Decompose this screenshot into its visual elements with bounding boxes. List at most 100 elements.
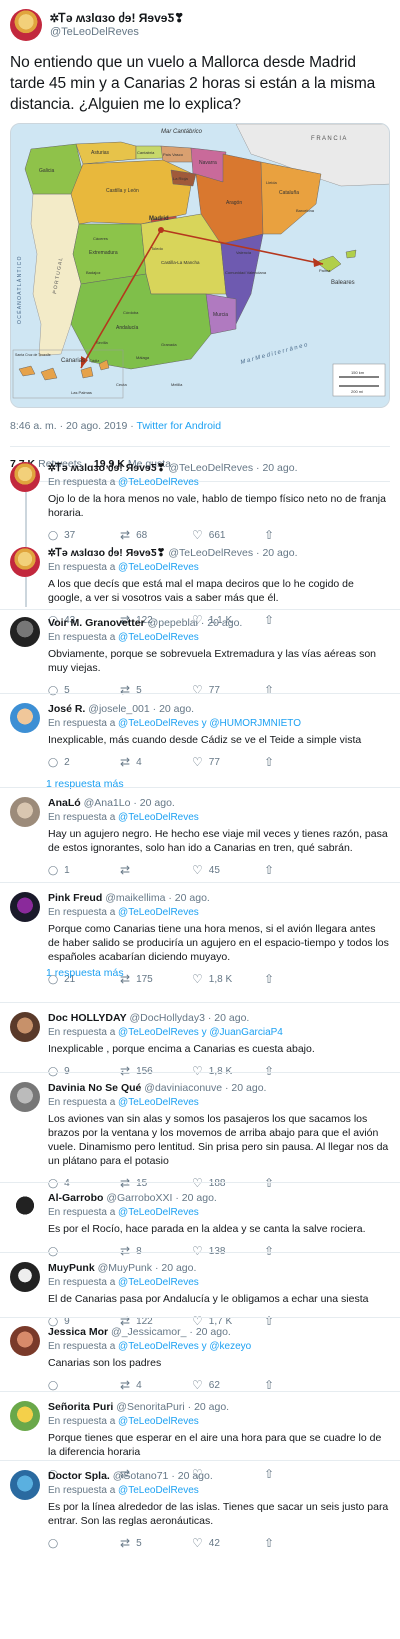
retweet-button[interactable]: ⇄ 175 <box>120 972 192 986</box>
in-reply-handle[interactable]: @TeLeoDelReves y @HUMORJMNIETO <box>118 718 301 729</box>
retweet-button[interactable]: ⇄ 5 <box>120 683 192 697</box>
share-button[interactable]: ⇧ <box>264 528 336 542</box>
share-icon[interactable]: ⇧ <box>264 755 274 769</box>
retweet-button[interactable]: ⇄ 4 <box>120 755 192 769</box>
avatar[interactable] <box>10 1192 40 1222</box>
reply-author-handle[interactable]: @Ana1Lo <box>84 797 131 809</box>
retweet-icon[interactable]: ⇄ <box>120 863 130 877</box>
share-icon[interactable]: ⇧ <box>264 972 274 986</box>
heart-icon[interactable]: ♡ <box>192 1176 203 1190</box>
reply-icon[interactable]: ◯ <box>48 865 58 876</box>
more-replies-link[interactable]: 1 respuesta más <box>46 778 124 790</box>
retweet-icon[interactable]: ⇄ <box>120 755 130 769</box>
reply-tweet[interactable]: MuyPunk @MuyPunk · 20 ago. En respuesta a… <box>0 1262 400 1328</box>
retweet-button[interactable]: ⇄ <box>120 863 192 877</box>
reply-date[interactable]: · 20 ago. <box>201 617 242 629</box>
heart-icon[interactable]: ♡ <box>192 528 203 542</box>
reply-button[interactable]: ◯ 37 <box>48 530 120 541</box>
reply-date[interactable]: · 20 ago. <box>153 703 194 715</box>
reply-author-name[interactable]: MuyPunk <box>48 1262 95 1274</box>
in-reply-handle[interactable]: @TeLeoDelReves <box>118 562 199 573</box>
share-button[interactable]: ⇧ <box>264 755 336 769</box>
reply-button[interactable]: ◯ 2 <box>48 757 120 768</box>
like-button[interactable]: ♡ 1,8 K <box>192 1064 264 1078</box>
reply-tweet[interactable]: Doctor Spla. @Sotano71 · 20 ago. En respu… <box>0 1470 400 1550</box>
reply-tweet[interactable]: Davinia No Se Qué @daviniaconuve · 20 ag… <box>0 1082 400 1190</box>
reply-author-handle[interactable]: @DocHollyday3 <box>130 1012 205 1024</box>
reply-button[interactable]: ◯ 1 <box>48 865 120 876</box>
avatar[interactable] <box>10 797 40 827</box>
avatar[interactable] <box>10 892 40 922</box>
reply-date[interactable]: · 20 ago. <box>171 1470 212 1482</box>
share-icon[interactable]: ⇧ <box>264 1244 274 1258</box>
reply-icon[interactable]: ◯ <box>48 1380 58 1391</box>
reply-author-handle[interactable]: @SenoritaPuri <box>116 1401 184 1413</box>
retweet-button[interactable]: ⇄ 68 <box>120 528 192 542</box>
share-button[interactable]: ⇧ <box>264 1244 336 1258</box>
reply-icon[interactable]: ◯ <box>48 1178 58 1189</box>
reply-author-handle[interactable]: @_Jessicamor_ <box>111 1326 186 1338</box>
heart-icon[interactable]: ♡ <box>192 1378 203 1392</box>
share-icon[interactable]: ⇧ <box>264 863 274 877</box>
reply-author-handle[interactable]: @MuyPunk <box>98 1262 152 1274</box>
in-reply-handle[interactable]: @TeLeoDelReves <box>118 1416 199 1427</box>
reply-author-handle[interactable]: @daviniaconuve <box>144 1082 222 1094</box>
reply-author-name[interactable]: Pink Freud <box>48 892 102 904</box>
share-icon[interactable]: ⇧ <box>264 1378 274 1392</box>
like-button[interactable]: ♡ 188 <box>192 1176 264 1190</box>
reply-date[interactable]: · 20 ago. <box>133 797 174 809</box>
reply-button[interactable]: ◯4 <box>48 1178 120 1189</box>
in-reply-handle[interactable]: @TeLeoDelReves <box>118 477 199 488</box>
heart-icon[interactable]: ♡ <box>192 755 203 769</box>
reply-tweet[interactable]: José R. @josele_001 · 20 ago. En respuest… <box>0 703 400 769</box>
like-button[interactable]: ♡ 77 <box>192 755 264 769</box>
retweet-button[interactable]: ⇄ 156 <box>120 1064 192 1078</box>
in-reply-handle[interactable]: @TeLeoDelReves y @kezeyo <box>118 1341 251 1352</box>
reply-icon[interactable]: ◯ <box>48 1538 58 1549</box>
in-reply-handle[interactable]: @TeLeoDelReves y @JuanGarciaP4 <box>118 1027 283 1038</box>
reply-author-name[interactable]: Voir M. Granovetter <box>48 617 145 629</box>
timestamp-text[interactable]: 8:46 a. m. · 20 ago. 2019 · <box>10 420 136 432</box>
avatar[interactable] <box>10 1326 40 1356</box>
retweet-icon[interactable]: ⇄ <box>120 1176 130 1190</box>
reply-author-handle[interactable]: @maikellima <box>105 892 165 904</box>
reply-button[interactable]: ◯ 9 <box>48 1066 120 1077</box>
reply-author-handle[interactable]: @GarroboXXI <box>106 1192 172 1204</box>
heart-icon[interactable]: ♡ <box>192 1536 203 1550</box>
more-replies-link[interactable]: 1 respuesta más <box>46 967 124 979</box>
retweet-icon[interactable]: ⇄ <box>120 1064 130 1078</box>
like-button[interactable]: ♡ 77 <box>192 683 264 697</box>
avatar[interactable] <box>10 1012 40 1042</box>
like-button[interactable]: ♡ 1,8 K <box>192 972 264 986</box>
share-button[interactable]: ⇧ <box>264 683 336 697</box>
avatar[interactable] <box>10 1401 40 1431</box>
reply-date[interactable]: · 20 ago. <box>168 892 209 904</box>
reply-tweet[interactable]: Al-Garrobo @GarroboXXI · 20 ago. En respu… <box>0 1192 400 1258</box>
reply-author-handle[interactable]: @josele_001 <box>88 703 149 715</box>
reply-date[interactable]: · 20 ago. <box>208 1012 249 1024</box>
reply-author-name[interactable]: Doc HOLLYDAY <box>48 1012 127 1024</box>
reply-author-name[interactable]: Jessica Mor <box>48 1326 108 1338</box>
author-handle[interactable]: @TeLeoDelReves <box>50 25 184 39</box>
tweet-image-map[interactable]: Mar Cantábrico F R A N C I A O C É A N O… <box>10 123 390 408</box>
heart-icon[interactable]: ♡ <box>192 683 203 697</box>
reply-tweet[interactable]: Señorita Puri @SenoritaPuri · 20 ago. En … <box>0 1401 400 1481</box>
in-reply-handle[interactable]: @TeLeoDelReves <box>118 1207 199 1218</box>
share-button[interactable]: ⇧ <box>264 1378 336 1392</box>
avatar[interactable] <box>10 617 40 647</box>
reply-author-name[interactable]: Señorita Puri <box>48 1401 113 1413</box>
reply-tweet[interactable]: Jessica Mor @_Jessicamor_ · 20 ago. En re… <box>0 1326 400 1392</box>
in-reply-handle[interactable]: @TeLeoDelReves <box>118 632 199 643</box>
heart-icon[interactable]: ♡ <box>192 1244 203 1258</box>
in-reply-handle[interactable]: @TeLeoDelReves <box>118 1277 199 1288</box>
reply-tweet[interactable]: ✲Ꭲә ʍɜlɑɜo ძɘ! ЯɘvɘƼ❣ @TeLeoDelReves · 2… <box>0 462 400 542</box>
share-button[interactable]: ⇧ <box>264 1064 336 1078</box>
retweet-button[interactable]: ⇄ 4 <box>120 1378 192 1392</box>
heart-icon[interactable]: ♡ <box>192 972 203 986</box>
share-icon[interactable]: ⇧ <box>264 1536 274 1550</box>
reply-icon[interactable]: ◯ <box>48 1246 58 1257</box>
reply-date[interactable]: · 20 ago. <box>155 1262 196 1274</box>
reply-icon[interactable]: ◯ <box>48 1066 58 1077</box>
avatar[interactable] <box>10 9 42 41</box>
reply-date[interactable]: · 20 ago. <box>256 462 297 474</box>
